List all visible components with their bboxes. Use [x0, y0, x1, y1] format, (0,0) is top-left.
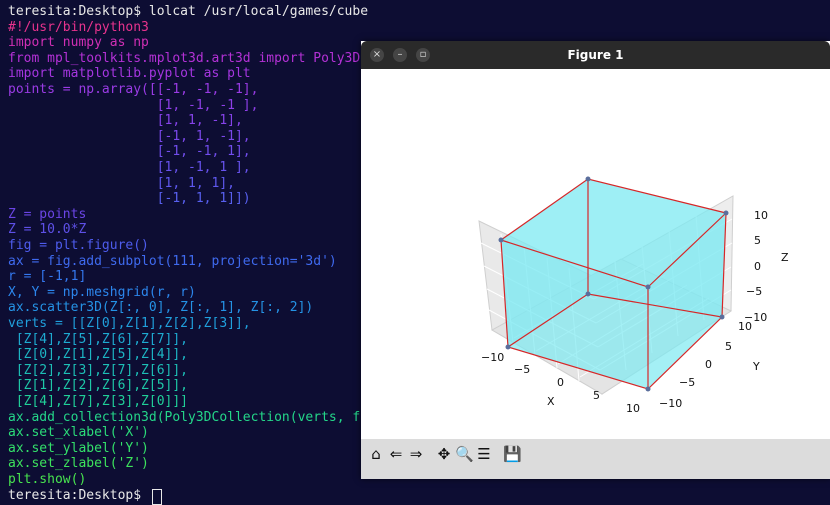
figure-window: × – ▫ Figure 1 −10 −5 0 5 10 X −10 −5 0 … — [361, 41, 830, 479]
terminal-output-line: [Z[4],Z[5],Z[6],Z[7]], — [8, 331, 189, 347]
configure-icon[interactable]: ☰ — [475, 445, 493, 463]
terminal-output-line: [-1, 1, 1]]) — [8, 191, 251, 207]
z-axis-label: Z — [781, 251, 789, 264]
terminal-output-line: fig = plt.figure() — [8, 238, 149, 253]
z-tick: 5 — [754, 234, 761, 247]
figure-toolbar: ⌂ ⇐ ⇒ ✥ 🔍 ☰ 💾 — [361, 439, 830, 479]
x-tick: 0 — [557, 376, 564, 389]
terminal-output-line: verts = [[Z[0],Z[1],Z[2],Z[3]], — [8, 316, 251, 331]
zoom-icon[interactable]: 🔍 — [455, 445, 474, 463]
window-titlebar[interactable]: × – ▫ Figure 1 — [361, 41, 830, 69]
terminal-output-line: import matplotlib.pyplot as plt — [8, 66, 251, 82]
forward-icon[interactable]: ⇒ — [407, 445, 425, 463]
terminal-output-line: points = np.array([[-1, -1, -1], — [8, 82, 259, 97]
y-tick: 5 — [725, 340, 732, 353]
terminal-command-line: teresita:Desktop$ lolcat /usr/local/game… — [8, 4, 369, 19]
terminal-output-line: r = [-1,1] — [8, 269, 87, 285]
terminal-output-line: ax.set_zlabel('Z') — [8, 456, 149, 472]
terminal-output-line: import numpy as np — [8, 35, 149, 51]
x-tick: −10 — [481, 351, 504, 364]
terminal-output-line: Z = points — [8, 206, 87, 222]
pan-icon[interactable]: ✥ — [435, 445, 453, 463]
cube — [498, 176, 729, 392]
z-tick: −5 — [746, 285, 762, 298]
terminal-output-line: [1, -1, -1 ], — [8, 97, 259, 113]
home-icon[interactable]: ⌂ — [367, 445, 385, 463]
terminal-output-line: X, Y = np.meshgrid(r, r) — [8, 284, 196, 300]
y-axis-label: Y — [752, 360, 760, 373]
window-title: Figure 1 — [567, 48, 624, 62]
terminal-output-line: Z = 10.0*Z — [8, 222, 87, 238]
x-tick: −5 — [514, 363, 530, 376]
terminal-output-line: plt.show() — [8, 472, 87, 487]
terminal-output-line: [-1, -1, 1], — [8, 144, 251, 160]
terminal-output-line: from mpl_toolkits.mplot3d.art3d import P… — [8, 50, 361, 66]
terminal-output-line: #!/usr/bin/python3 — [8, 19, 149, 35]
terminal-output-line: ax.add_collection3d(Poly3DCollection(ver… — [8, 409, 361, 425]
z-tick: −10 — [744, 311, 767, 324]
terminal-output-line: [-1, 1, -1], — [8, 128, 251, 144]
terminal-output-line: ax.set_xlabel('X') — [8, 425, 149, 441]
terminal-prompt: teresita:Desktop$ — [8, 487, 149, 503]
terminal-output-line: [Z[1],Z[2],Z[6],Z[5]], — [8, 378, 189, 394]
terminal-output-line: [Z[2],Z[3],Z[7],Z[6]], — [8, 362, 189, 378]
x-axis-label: X — [547, 395, 555, 408]
terminal-output-line: [1, 1, 1], — [8, 175, 235, 191]
terminal-output-line: ax = fig.add_subplot(111, projection='3d… — [8, 253, 337, 269]
back-icon[interactable]: ⇐ — [387, 445, 405, 463]
plot-canvas[interactable]: −10 −5 0 5 10 X −10 −5 0 5 10 Y 10 5 0 −… — [361, 69, 830, 439]
y-tick: −5 — [679, 376, 695, 389]
y-tick: 0 — [705, 358, 712, 371]
x-tick: 10 — [626, 402, 640, 415]
terminal-output-line: ax.scatter3D(Z[:, 0], Z[:, 1], Z[:, 2]) — [8, 300, 314, 316]
terminal-output-line: [1, -1, 1 ], — [8, 160, 251, 175]
z-tick: 0 — [754, 260, 761, 273]
terminal-output-line: ax.set_ylabel('Y') — [8, 440, 149, 456]
z-tick: 10 — [754, 209, 768, 222]
terminal-cursor — [151, 488, 162, 505]
terminal-output-line: [Z[4],Z[7],Z[3],Z[0]]] — [8, 394, 189, 409]
terminal-output-line: [1, 1, -1], — [8, 113, 243, 129]
x-tick: 5 — [593, 389, 600, 402]
terminal-output-line: [Z[0],Z[1],Z[5],Z[4]], — [8, 347, 189, 363]
save-icon[interactable]: 💾 — [503, 445, 522, 463]
y-tick: −10 — [659, 397, 682, 410]
